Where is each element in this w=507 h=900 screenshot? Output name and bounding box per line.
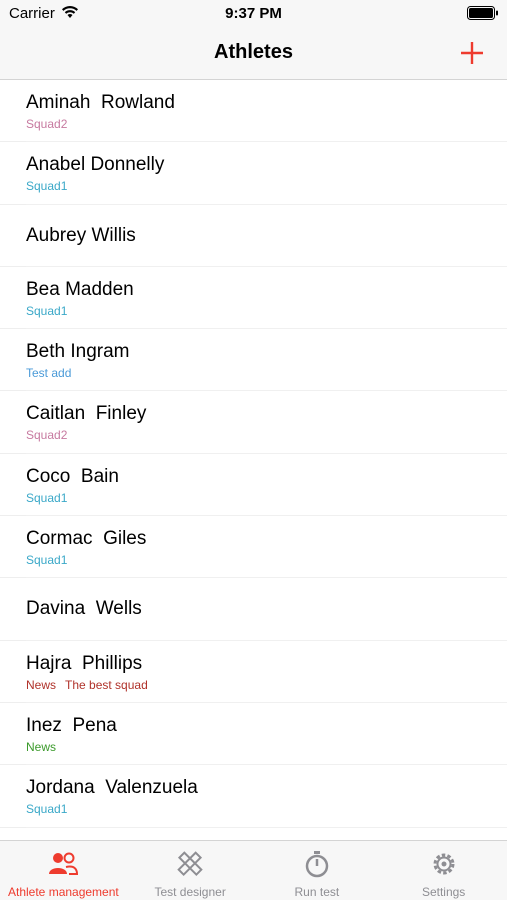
athlete-name: Caitlan Finley — [26, 403, 147, 425]
tab-label: Run test — [294, 885, 340, 899]
athlete-name: Aubrey Willis — [26, 224, 136, 246]
ruler-pencil-icon — [177, 851, 203, 877]
athlete-name: Hajra Phillips — [26, 652, 143, 674]
tab-athlete-management[interactable]: Athlete management — [0, 841, 127, 900]
athlete-row[interactable]: Beth Ingram Test add — [0, 329, 507, 392]
athlete-squads: News — [26, 740, 65, 754]
add-athlete-button[interactable] — [457, 38, 487, 68]
athlete-row[interactable]: Caitlan Finley Squad2 — [0, 391, 507, 455]
tab-label: Settings — [421, 885, 466, 899]
squad-tag: Squad1 — [26, 303, 68, 318]
tab-label: Test designer — [154, 885, 226, 899]
tab-test-designer[interactable]: Test designer — [127, 841, 254, 900]
athlete-squads: Squad1 — [26, 179, 76, 193]
athlete-squads: Squad1 — [26, 491, 76, 505]
squad-tag: News — [26, 739, 57, 754]
athlete-row[interactable]: Coco Bain Squad1 — [0, 454, 507, 517]
squad-tag: Squad2 — [26, 117, 68, 131]
squad-tag: Test add — [26, 366, 72, 381]
athlete-squads: Squad2 — [26, 428, 76, 442]
squad-tag: The best squad — [65, 677, 148, 692]
squad-tag: Squad1 — [26, 802, 68, 817]
athlete-row[interactable]: Inez Pena News — [0, 703, 507, 766]
squad-tag: Squad1 — [26, 179, 68, 194]
athlete-name: Davina Wells — [26, 598, 142, 620]
tab-run-test[interactable]: Run test — [254, 841, 381, 900]
tab-label: Athlete management — [8, 885, 119, 899]
squad-tag: Squad1 — [26, 490, 68, 505]
athlete-row[interactable]: Hajra Phillips News The best squad — [0, 641, 507, 704]
athlete-squads: Squad1 — [26, 304, 76, 318]
tab-settings[interactable]: Settings — [380, 841, 507, 900]
page-title: Athletes — [214, 41, 293, 63]
athlete-row[interactable]: Cormac Giles Squad1 — [0, 516, 507, 579]
tab-bar: Athlete management Test designer Run tes… — [0, 840, 507, 900]
gear-icon — [433, 853, 455, 875]
athlete-name: Aminah Rowland — [26, 92, 175, 113]
athlete-row[interactable]: Aubrey Willis — [0, 205, 507, 268]
athlete-row[interactable]: Anabel Donnelly Squad1 — [0, 142, 507, 205]
athlete-name: Anabel Donnelly — [26, 154, 165, 176]
athlete-squads: News The best squad — [26, 678, 157, 692]
athlete-squads: Squad1 — [26, 802, 76, 816]
stopwatch-icon — [305, 851, 329, 878]
battery-icon — [467, 6, 498, 20]
athlete-row[interactable]: Jordana Valenzuela Squad1 — [0, 765, 507, 828]
people-icon — [49, 852, 79, 875]
athlete-name: Inez Pena — [26, 714, 117, 736]
athlete-squads: Squad1 — [26, 553, 76, 567]
athlete-row[interactable]: Bea Madden Squad1 — [0, 267, 507, 330]
athlete-name: Beth Ingram — [26, 341, 130, 363]
squad-tag: News — [26, 677, 57, 692]
plus-icon — [461, 42, 483, 64]
athlete-squads: Test add — [26, 366, 80, 380]
squad-tag: Squad1 — [26, 553, 68, 568]
navigation-bar: Athletes — [0, 30, 507, 80]
clock: 9:37 PM — [225, 5, 282, 22]
athlete-list[interactable]: Aminah Rowland Squad2 Anabel Donnelly Squad… — [0, 80, 507, 840]
athlete-row[interactable]: Davina Wells — [0, 578, 507, 641]
athlete-name: Cormac Giles — [26, 528, 147, 550]
athlete-name: Bea Madden — [26, 278, 134, 300]
athlete-name: Coco Bain — [26, 465, 119, 487]
athlete-squads: Squad2 — [26, 117, 76, 131]
athlete-row[interactable]: Aminah Rowland Squad2 — [0, 80, 507, 143]
status-bar: Carrier 9:37 PM — [0, 0, 507, 30]
squad-tag: Squad2 — [26, 428, 68, 443]
athlete-row[interactable]: Justin Rios — [0, 828, 507, 840]
athlete-name: Jordana Valenzuela — [26, 777, 198, 799]
